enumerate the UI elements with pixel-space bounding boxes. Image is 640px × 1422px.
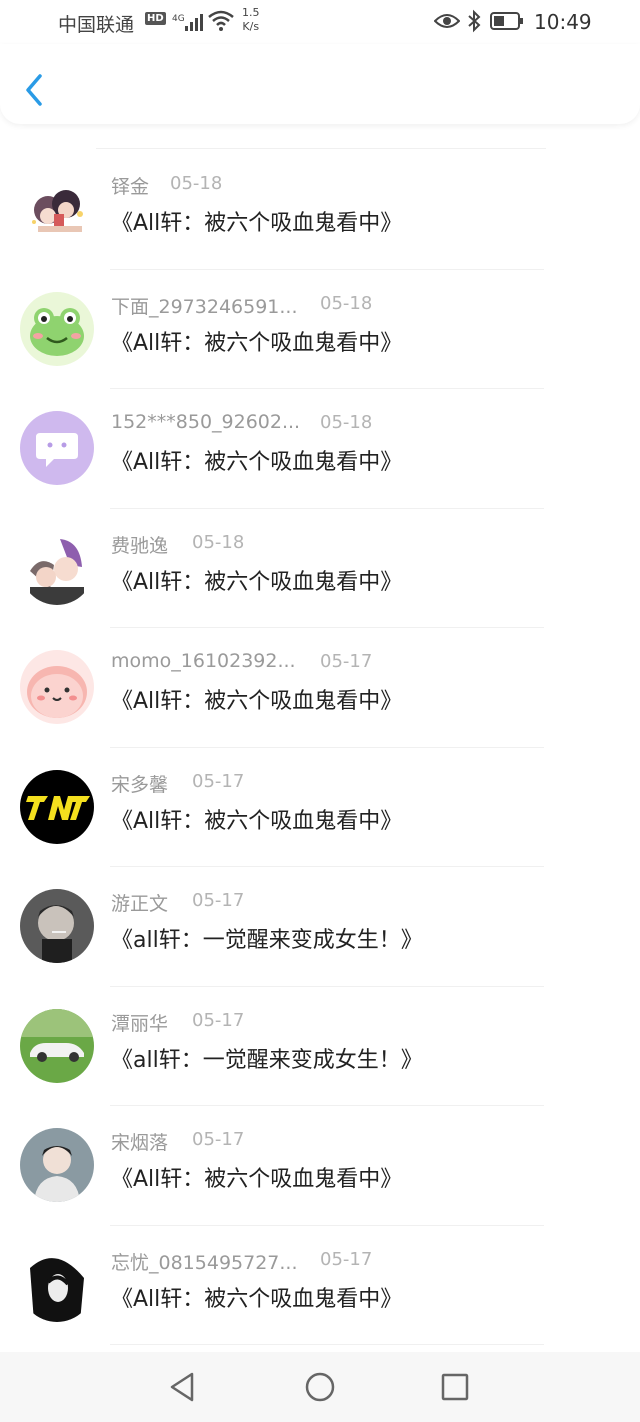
avatar[interactable] [20, 1008, 94, 1083]
frog-avatar [20, 291, 94, 366]
signal-icon: 4G [172, 14, 203, 31]
date: 05-18 [170, 173, 223, 194]
avatar[interactable] [20, 291, 94, 366]
user-name: 费驰逸 [111, 534, 169, 557]
divider [110, 1344, 544, 1345]
back-triangle-icon[interactable] [166, 1370, 200, 1404]
list-item[interactable]: 铎金 05-18 《All轩：被六个吸血鬼看中》 [0, 150, 640, 270]
date: 05-17 [320, 1248, 373, 1270]
book-title[interactable]: 《All轩：被六个吸血鬼看中》 [111, 1281, 402, 1313]
user-name: momo_16102392... [111, 650, 296, 672]
back-arrow-icon[interactable] [18, 70, 52, 110]
list-item[interactable]: 宋烟落 05-17 《All轩：被六个吸血鬼看中》 [0, 1106, 640, 1226]
system-nav-bar [0, 1352, 640, 1422]
chat-bubble-avatar [20, 411, 94, 485]
pink-blob-avatar [20, 650, 94, 724]
wifi-icon [208, 10, 234, 31]
list-item[interactable]: 潭丽华 05-17 《all轩：一觉醒来变成女生！》 [0, 987, 640, 1106]
avatar[interactable] [20, 889, 94, 963]
list-item[interactable]: 游正文 05-17 《all轩：一觉醒来变成女生！》 [0, 867, 640, 987]
list-item[interactable]: 忘忧_0815495727... 05-17 《All轩：被六个吸血鬼看中》 [0, 1226, 640, 1345]
tnt-logo-avatar [20, 769, 94, 844]
network-type: 4G [172, 14, 185, 24]
list-item[interactable]: momo_16102392... 05-17 《All轩：被六个吸血鬼看中》 [0, 628, 640, 748]
battery-icon [490, 12, 523, 30]
list-item[interactable]: 下面_2973246591... 05-18 《All轩：被六个吸血鬼看中》 [0, 270, 640, 389]
white-car-avatar [20, 1008, 94, 1083]
list-item[interactable]: 费驰逸 05-18 《All轩：被六个吸血鬼看中》 [0, 509, 640, 628]
avatar[interactable] [20, 769, 94, 844]
speed-unit: K/s [242, 20, 260, 33]
user-name: 下面_2973246591... [111, 295, 298, 318]
home-circle-icon[interactable] [303, 1370, 337, 1404]
book-title[interactable]: 《All轩：被六个吸血鬼看中》 [111, 683, 402, 715]
user-name: 宋烟落 [111, 1132, 169, 1154]
man-photo-avatar [20, 889, 94, 963]
user-name: 铎金 [111, 176, 150, 198]
date: 05-18 [192, 531, 245, 553]
clock: 10:49 [534, 10, 592, 34]
boy-photo-avatar [20, 1128, 94, 1202]
book-title[interactable]: 《All轩：被六个吸血鬼看中》 [111, 205, 402, 237]
bluetooth-icon [468, 9, 481, 33]
list-item[interactable]: 宋多馨 05-17 《All轩：被六个吸血鬼看中》 [0, 748, 640, 867]
date: 05-17 [192, 770, 245, 792]
date: 05-17 [192, 1009, 245, 1031]
avatar[interactable] [20, 1128, 94, 1202]
list-item[interactable]: 152***850_92602... 05-18 《All轩：被六个吸血鬼看中》 [0, 389, 640, 509]
user-name: 152***850_92602... [111, 411, 301, 433]
book-title[interactable]: 《all轩：一觉醒来变成女生！》 [111, 922, 423, 954]
book-title[interactable]: 《All轩：被六个吸血鬼看中》 [111, 803, 402, 835]
book-title[interactable]: 《all轩：一觉醒来变成女生！》 [111, 1042, 423, 1074]
date: 05-17 [320, 651, 373, 672]
book-title[interactable]: 《All轩：被六个吸血鬼看中》 [111, 564, 402, 596]
book-title[interactable]: 《All轩：被六个吸血鬼看中》 [111, 325, 402, 357]
avatar[interactable] [20, 650, 94, 724]
avatar[interactable] [20, 172, 94, 246]
carrier-label: 中国联通 [58, 14, 135, 36]
speed-value: 1.5 [242, 6, 260, 19]
date: 05-17 [192, 890, 245, 911]
network-speed: 1.5 K/s [242, 6, 260, 34]
list-top-divider [96, 148, 546, 149]
status-bar: 中国联通 HD 4G 1.5 K/s 10:49 [0, 0, 640, 44]
dark-portrait-avatar [20, 1247, 94, 1322]
avatar[interactable] [20, 530, 94, 605]
user-name: 宋多馨 [111, 773, 169, 796]
hd-badge: HD [145, 12, 166, 25]
user-name: 潭丽华 [111, 1012, 169, 1035]
user-name: 游正文 [111, 893, 169, 915]
date: 05-17 [192, 1129, 245, 1150]
eye-icon [434, 14, 460, 28]
anime-couple-avatar [20, 172, 94, 246]
header [0, 44, 640, 124]
book-title[interactable]: 《All轩：被六个吸血鬼看中》 [111, 444, 402, 476]
book-title[interactable]: 《All轩：被六个吸血鬼看中》 [111, 1161, 402, 1193]
date: 05-18 [320, 292, 373, 314]
anime-duo-avatar [20, 530, 94, 605]
user-name: 忘忧_0815495727... [111, 1251, 298, 1274]
avatar[interactable] [20, 411, 94, 485]
avatar[interactable] [20, 1247, 94, 1322]
recent-apps-square-icon[interactable] [438, 1370, 472, 1404]
date: 05-18 [320, 412, 373, 433]
